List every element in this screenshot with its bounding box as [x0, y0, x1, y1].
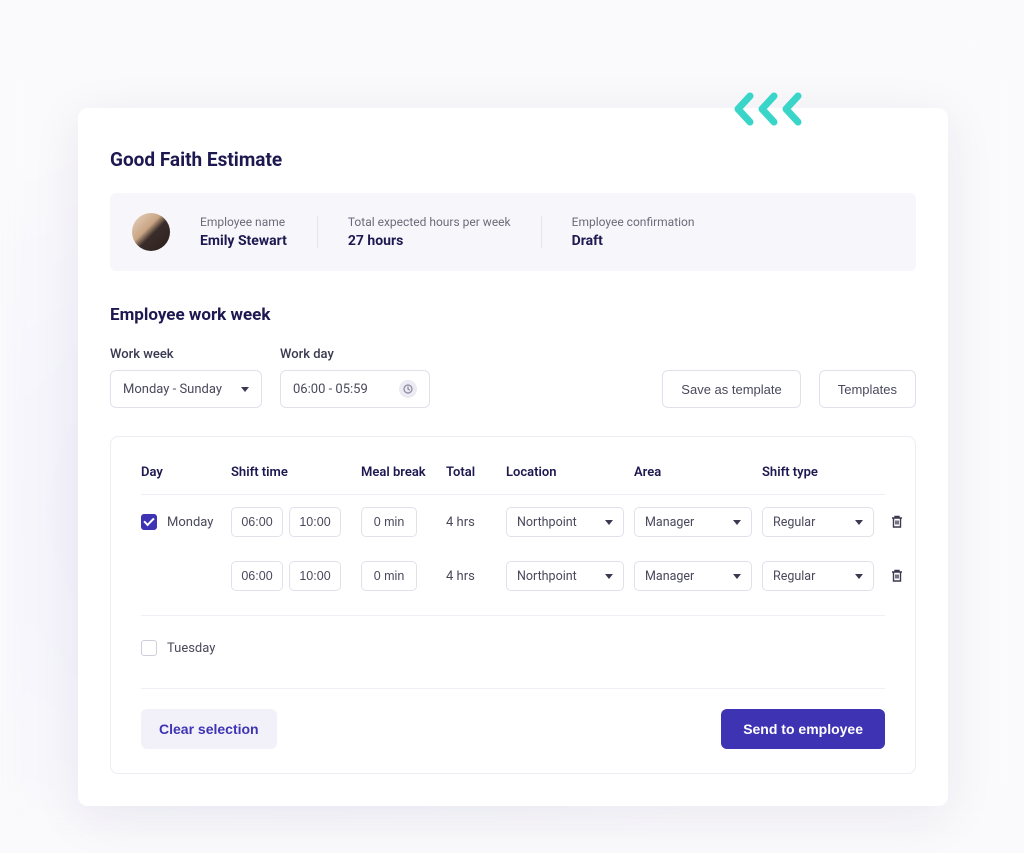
- shift-total: 4 hrs: [446, 569, 506, 584]
- day-label-tuesday: Tuesday: [167, 641, 215, 656]
- employee-name-value: Emily Stewart: [200, 233, 287, 249]
- col-shift-type: Shift type: [762, 465, 882, 480]
- chevron-down-icon: [855, 574, 863, 579]
- shift-total: 4 hrs: [446, 515, 506, 530]
- location-select[interactable]: Northpoint: [506, 507, 624, 537]
- meal-break-input[interactable]: [361, 507, 417, 537]
- avatar: [132, 213, 170, 251]
- divider: [541, 216, 542, 248]
- work-week-select[interactable]: Monday - Sunday: [110, 370, 262, 408]
- templates-button[interactable]: Templates: [819, 370, 916, 408]
- work-week-label: Work week: [110, 347, 262, 362]
- shift-start-input[interactable]: [231, 561, 283, 591]
- confirmation-value: Draft: [572, 233, 695, 249]
- employee-name-label: Employee name: [200, 215, 287, 229]
- shift-row: Monday 4 hrs Northpoint Manager Regular: [141, 495, 885, 549]
- day-cell-monday: Monday: [141, 514, 231, 530]
- page-title: Good Faith Estimate: [110, 148, 916, 171]
- table-footer: Clear selection Send to employee: [141, 688, 885, 749]
- chevron-down-icon: [733, 520, 741, 525]
- work-week-group: Work week Monday - Sunday: [110, 347, 262, 408]
- chevron-down-icon: [605, 520, 613, 525]
- area-select[interactable]: Manager: [634, 507, 752, 537]
- chevron-down-icon: [733, 574, 741, 579]
- col-area: Area: [634, 465, 762, 480]
- day-label-monday: Monday: [167, 515, 213, 530]
- day-checkbox-monday[interactable]: [141, 514, 157, 530]
- clear-selection-button[interactable]: Clear selection: [141, 709, 277, 749]
- day-row-tuesday: Tuesday: [141, 628, 885, 668]
- expected-hours-value: 27 hours: [348, 233, 511, 249]
- location-select[interactable]: Northpoint: [506, 561, 624, 591]
- employee-name-block: Employee name Emily Stewart: [200, 215, 287, 249]
- clock-icon: [399, 380, 417, 398]
- confirmation-label: Employee confirmation: [572, 215, 695, 229]
- work-day-value: 06:00 - 05:59: [293, 382, 368, 397]
- work-day-input[interactable]: 06:00 - 05:59: [280, 370, 430, 408]
- controls-row: Work week Monday - Sunday Work day 06:00…: [110, 347, 916, 408]
- col-meal-break: Meal break: [361, 465, 446, 480]
- expected-hours-label: Total expected hours per week: [348, 215, 511, 229]
- col-day: Day: [141, 465, 231, 480]
- meal-break-input[interactable]: [361, 561, 417, 591]
- table-header-row: Day Shift time Meal break Total Location…: [141, 465, 885, 495]
- chevron-down-icon: [241, 387, 249, 392]
- col-shift-time: Shift time: [231, 465, 361, 480]
- area-select[interactable]: Manager: [634, 561, 752, 591]
- divider: [317, 216, 318, 248]
- day-checkbox-tuesday[interactable]: [141, 640, 157, 656]
- summary-box: Employee name Emily Stewart Total expect…: [110, 193, 916, 271]
- shift-type-select[interactable]: Regular: [762, 507, 874, 537]
- confirmation-block: Employee confirmation Draft: [572, 215, 695, 249]
- chevron-down-icon: [605, 574, 613, 579]
- decorative-chevrons: [730, 92, 810, 126]
- col-location: Location: [506, 465, 634, 480]
- gfe-card: Good Faith Estimate Employee name Emily …: [78, 108, 948, 806]
- col-total: Total: [446, 465, 506, 480]
- shift-end-input[interactable]: [289, 507, 341, 537]
- row-divider: [141, 615, 885, 616]
- shift-type-select[interactable]: Regular: [762, 561, 874, 591]
- expected-hours-block: Total expected hours per week 27 hours: [348, 215, 511, 249]
- work-day-group: Work day 06:00 - 05:59: [280, 347, 430, 408]
- work-week-value: Monday - Sunday: [123, 382, 222, 397]
- shift-end-input[interactable]: [289, 561, 341, 591]
- delete-shift-button[interactable]: [882, 514, 912, 530]
- chevron-down-icon: [855, 520, 863, 525]
- shift-start-input[interactable]: [231, 507, 283, 537]
- shift-row: 4 hrs Northpoint Manager Regular: [141, 549, 885, 603]
- send-to-employee-button[interactable]: Send to employee: [721, 709, 885, 749]
- save-as-template-button[interactable]: Save as template: [662, 370, 800, 408]
- work-day-label: Work day: [280, 347, 430, 362]
- schedule-table: Day Shift time Meal break Total Location…: [110, 436, 916, 774]
- section-title: Employee work week: [110, 305, 916, 325]
- delete-shift-button[interactable]: [882, 568, 912, 584]
